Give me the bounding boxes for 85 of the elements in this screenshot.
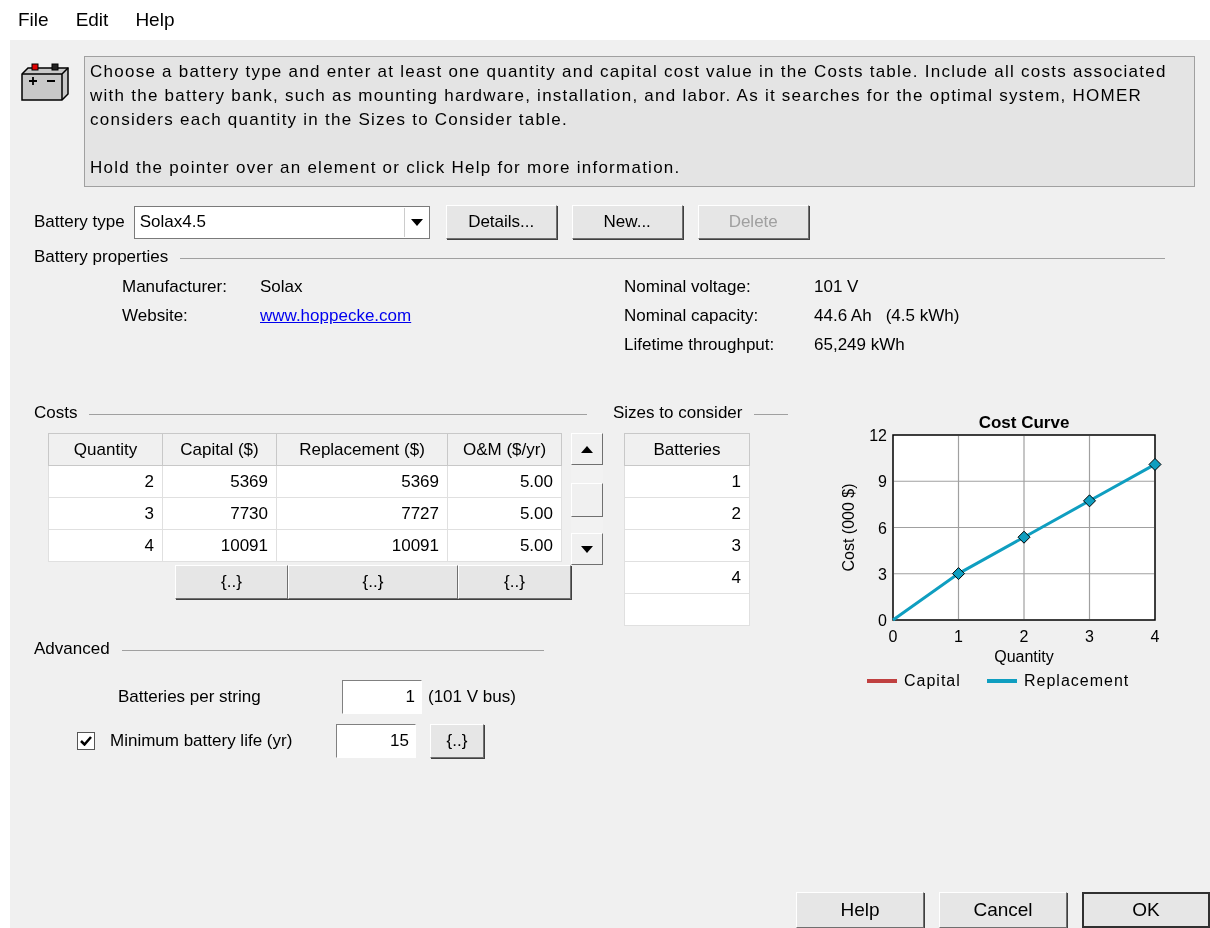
property-label: Website: [122,306,189,326]
menu-item[interactable]: File [9,9,58,31]
axis-tick-label: 4 [1150,628,1160,645]
property-value: 101 V [814,277,859,297]
bus-voltage-note: (101 V bus) [428,687,516,707]
section-title: Battery properties [34,247,169,267]
axis-tick-label: 0 [888,628,898,645]
axis-tick-label: 12 [869,427,887,444]
property-label: Nominal capacity: [624,306,760,326]
data-point [1017,530,1031,544]
column-header: Quantity [48,433,163,466]
property-label: Nominal voltage: [624,277,752,297]
property-label: Lifetime throughput: [624,335,776,355]
section-title: Sizes to consider [613,403,743,423]
axis-tick-label: 1 [954,628,963,645]
menu-item[interactable]: Help [126,9,184,31]
scroll-up-icon[interactable] [581,445,593,453]
table-cell: 2 [624,497,750,530]
data-point [1148,457,1162,471]
table-cell: 3 [624,529,750,562]
dialog-button[interactable]: OK [1082,892,1210,928]
data-point [1083,494,1096,508]
table-cell: 3 [48,497,163,530]
property-value: 44.6 Ah [814,306,872,326]
property-label: Manufacturer: [122,277,228,297]
legend-swatch [867,679,897,683]
property-value: Solax [260,277,303,296]
scroll-down-icon[interactable] [581,545,593,553]
info-text: Choose a battery type and enter at least one quantity and capital cost value in the Costs table. Include all costs associated with the battery bank, such as mounting hardware, installation, and labor. As it searches for the optimal system, HOMER considers each quantity in the Sizes to Consider table. [90,61,1168,131]
website-link[interactable]: www.hoppecke.com [260,306,412,325]
info-text: Hold the pointer over an element or click Help for more information. [90,157,682,179]
field-label: Battery type [34,212,125,232]
data-point [952,567,965,581]
checkbox[interactable] [77,732,95,750]
property-value: (4.5 kWh) [885,306,960,326]
axis-tick-label: 3 [878,565,887,583]
table-cell: 2 [48,465,163,498]
axis-label: Quantity [994,648,1054,665]
column-header: O&M ($/yr) [447,433,562,466]
table-cell: 10091 [162,529,277,562]
dialog-button[interactable]: Cancel [939,892,1067,928]
battery-icon [20,62,72,104]
table-cell: 4 [624,561,750,594]
table-cell: 7730 [162,497,277,530]
table-cell: 5369 [162,465,277,498]
table-cell: 1 [624,465,750,498]
minimum-life-field[interactable]: 15 [336,724,416,758]
table-cell: 5.00 [447,465,562,498]
column-header: Batteries [624,433,750,466]
axis-tick-label: 3 [1085,628,1094,645]
axis-tick-label: 9 [878,473,887,491]
battery-type-button[interactable]: Details... [445,205,557,239]
scrollbar[interactable] [571,433,603,565]
table-cell: 10091 [276,529,448,562]
legend-swatch [987,679,1017,683]
menu-item[interactable]: Edit [66,9,118,31]
checkmark-icon [80,736,92,746]
dialog-button[interactable]: Help [796,892,924,928]
axis-tick-label: 6 [878,519,887,537]
column-header: Capital ($) [162,433,277,466]
property-value: 65,249 kWh [814,335,905,355]
section-title: Advanced [34,639,110,659]
table-cell: 5.00 [447,529,562,562]
table-cell: 5.00 [447,497,562,530]
sensitivity-button[interactable]: {..} [458,565,571,599]
axis-label: Cost (000 $) [840,483,857,572]
legend-label: Replacement [1024,672,1130,689]
table-cell: 7727 [276,497,448,530]
dropdown-arrow-icon [410,218,423,226]
chart-title: Cost Curve [978,413,1070,432]
legend-label: Capital [904,672,961,689]
table-cell: 5369 [276,465,448,498]
sensitivity-button[interactable]: {..} [175,565,288,599]
checkbox-label: Minimum battery life (yr) [110,731,294,751]
battery-type-dropdown[interactable]: Solax4.5 [133,205,430,239]
field-label: Batteries per string [118,687,262,707]
column-header: Replacement ($) [276,433,448,466]
sensitivity-button[interactable]: {..} [288,565,458,599]
table-cell: 4 [48,529,163,562]
battery-type-button[interactable]: New... [571,205,683,239]
axis-tick-label: 0 [878,612,887,629]
axis-tick-label: 2 [1019,628,1029,645]
section-title: Costs [34,403,78,423]
sensitivity-button[interactable]: {..} [430,724,484,758]
batteries-per-string-field[interactable]: 1 [342,680,422,714]
